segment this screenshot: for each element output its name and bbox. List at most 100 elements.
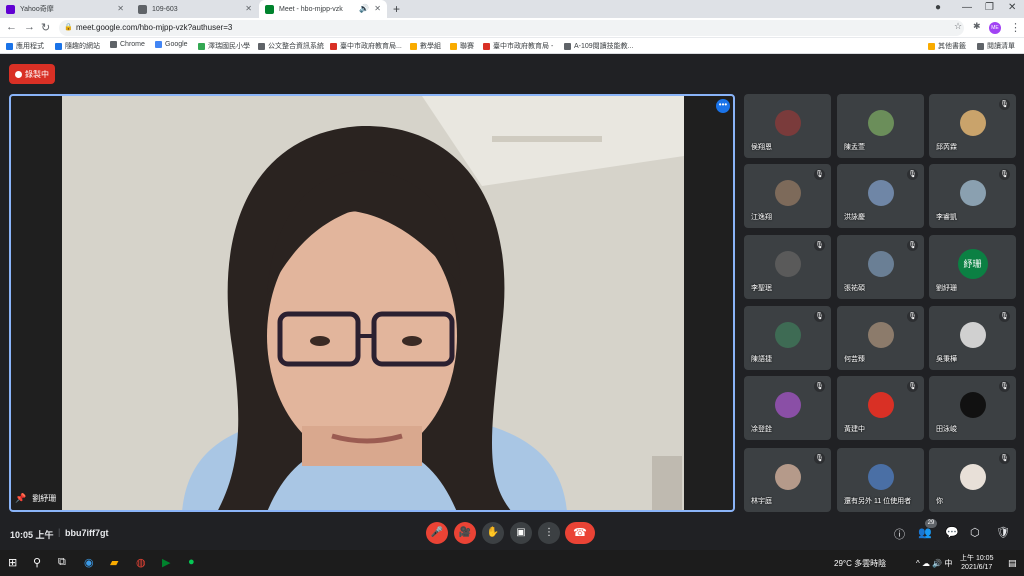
bookmark-item[interactable]: 臺中市政府教育局 - <box>483 41 553 51</box>
new-tab-button[interactable]: + <box>393 2 400 16</box>
yahoo-icon <box>6 4 15 14</box>
menu-icon[interactable]: ⋮ <box>1010 21 1021 34</box>
present-screen-button[interactable]: ▣ <box>510 522 532 544</box>
line-icon[interactable]: ● <box>188 556 195 568</box>
page-icon <box>138 4 147 14</box>
participant-tile[interactable]: 🎙 黃建中 <box>837 376 924 440</box>
bookmark-item[interactable]: 澤瑞國民小學 <box>198 41 250 51</box>
meeting-details-icon[interactable]: ⓘ <box>894 526 905 542</box>
participant-tile[interactable]: 陳孟萱 <box>837 94 924 158</box>
bookmark-item[interactable]: Google <box>155 41 188 48</box>
bookmark-item[interactable]: 應用程式 <box>6 41 44 51</box>
participant-name: 你 <box>936 498 943 505</box>
participant-tile[interactable]: 🎙 李聖珉 <box>744 235 831 299</box>
participant-avatar <box>774 464 801 490</box>
extensions-icon[interactable]: ✱ <box>973 21 981 32</box>
account-circle-icon[interactable]: ● <box>935 2 941 13</box>
participant-tile[interactable]: 🎙 張祐碩 <box>837 235 924 299</box>
participant-tile[interactable]: 🎙 你 <box>929 448 1016 512</box>
more-options-button[interactable]: ⋮ <box>538 522 560 544</box>
participant-tile[interactable]: 還有另外 11 位使用者 <box>837 448 924 512</box>
bookmark-item[interactable]: 公文整合資訊系統 <box>258 41 324 51</box>
browser-tab[interactable]: 109-603 ✕ <box>132 0 258 18</box>
browser-toolbar: ← → ↻ 🔒 meet.google.com/hbo-mjpp-vzk?aut… <box>0 18 1024 38</box>
restore-icon[interactable]: ❐ <box>985 2 994 13</box>
meet-icon <box>265 4 274 14</box>
participant-tile[interactable]: 🎙 陳語捷 <box>744 306 831 370</box>
mic-muted-icon: 🎙 <box>999 99 1010 110</box>
activities-icon[interactable]: ⬡ <box>970 526 980 539</box>
chat-icon[interactable]: 💬 <box>945 526 959 539</box>
main-video-tile[interactable]: ••• 📌 劉紓珊 <box>9 94 735 512</box>
leave-call-button[interactable]: ☎ <box>565 522 595 544</box>
windows-taskbar: ⊞ ⚲ ⧉ ◉ ▰ ◍ ▶ ● 29°C 多雲時陰 ^ ☁ 🔊 中 上午 10:… <box>0 550 1024 576</box>
speaker-video-illustration <box>62 96 684 510</box>
edge-icon[interactable]: ◉ <box>84 556 94 569</box>
participant-tile[interactable]: 🎙 吳秉樺 <box>929 306 1016 370</box>
participant-avatar <box>867 110 894 136</box>
speaker-icon[interactable]: 🔊 <box>359 4 369 13</box>
bookmark-icon <box>483 42 490 50</box>
url-text[interactable]: meet.google.com/hbo-mjpp-vzk?authuser=3 <box>76 23 232 32</box>
participant-avatar <box>959 464 986 490</box>
bookmark-item[interactable]: 數學組 <box>410 41 441 51</box>
close-window-icon[interactable]: ✕ <box>1008 2 1016 13</box>
camera-off-button[interactable]: 🎥 <box>454 522 476 544</box>
forward-icon[interactable]: → <box>24 21 35 33</box>
bookmark-item[interactable]: Chrome <box>110 41 145 48</box>
more-options-icon[interactable]: ••• <box>716 99 730 113</box>
meet-app-icon[interactable]: ▶ <box>162 556 170 569</box>
participant-avatar <box>774 322 801 348</box>
reload-icon[interactable]: ↻ <box>41 21 50 34</box>
system-tray-icons[interactable]: ^ ☁ 🔊 中 <box>916 558 952 569</box>
participant-name: 林宇庭 <box>751 498 772 505</box>
participant-tile[interactable]: 🎙 田泳峻 <box>929 376 1016 440</box>
mic-muted-icon: 🎙 <box>814 311 825 322</box>
address-bar[interactable]: 🔒 meet.google.com/hbo-mjpp-vzk?authuser=… <box>59 20 964 36</box>
bookmark-item[interactable]: 臺中市政府教育局... <box>330 41 402 51</box>
weather-widget[interactable]: 29°C 多雲時陰 <box>834 558 886 569</box>
host-controls-icon[interactable]: 🛡 <box>996 526 1010 539</box>
bookmark-item[interactable]: A-109閱讀技能教... <box>564 41 634 51</box>
search-icon[interactable]: ⚲ <box>33 556 41 569</box>
participant-tile[interactable]: 🎙 邱芮霖 <box>929 94 1016 158</box>
browser-tab[interactable]: Yahoo奇摩 ✕ <box>0 0 130 18</box>
bookmark-icon <box>258 42 265 50</box>
participant-tile[interactable]: 紓珊 劉紓珊 <box>929 235 1016 299</box>
tab-title: 109-603 <box>152 5 178 13</box>
participant-tile[interactable]: 🎙 江逸翔 <box>744 164 831 228</box>
browser-tab-active[interactable]: Meet - hbo-mjpp-vzk 🔊 ✕ <box>259 0 387 18</box>
participant-tile[interactable]: 🎙 何芸臻 <box>837 306 924 370</box>
back-icon[interactable]: ← <box>6 21 17 33</box>
close-icon[interactable]: ✕ <box>374 4 381 13</box>
participant-name: 邱芮霖 <box>936 144 957 151</box>
windows-start-icon[interactable]: ⊞ <box>8 556 17 569</box>
lock-icon: 🔒 <box>64 24 73 31</box>
raise-hand-button[interactable]: ✋ <box>482 522 504 544</box>
participant-tile[interactable]: 🎙 凃登銓 <box>744 376 831 440</box>
mic-muted-icon: 🎙 <box>907 240 918 251</box>
pin-icon[interactable]: 📌 <box>15 493 26 504</box>
participant-tile[interactable]: 🎙 李睿凱 <box>929 164 1016 228</box>
participant-tile[interactable]: 🎙 洪詠慶 <box>837 164 924 228</box>
bookmark-item[interactable]: 閱讀清單 <box>977 41 1015 51</box>
close-icon[interactable]: ✕ <box>245 4 252 13</box>
participant-tile[interactable]: 侯翔恩 <box>744 94 831 158</box>
recording-indicator[interactable]: 錄製中 <box>9 64 55 84</box>
task-view-icon[interactable]: ⧉ <box>58 556 66 569</box>
participant-name: 李睿凱 <box>936 214 957 221</box>
star-icon[interactable]: ☆ <box>954 21 962 32</box>
taskbar-clock[interactable]: 上午 10:05 2021/6/17 <box>960 554 993 572</box>
chrome-icon[interactable]: ◍ <box>136 556 146 569</box>
notifications-icon[interactable]: ▤ <box>1008 558 1017 569</box>
file-explorer-icon[interactable]: ▰ <box>110 556 118 569</box>
participant-name: 陳語捷 <box>751 356 772 363</box>
close-icon[interactable]: ✕ <box>117 4 124 13</box>
mic-off-button[interactable]: 🎤 <box>426 522 448 544</box>
bookmark-item[interactable]: 其他書籤 <box>928 41 966 51</box>
bookmark-item[interactable]: 聯賽 <box>450 41 474 51</box>
participant-tile[interactable]: 🎙 林宇庭 <box>744 448 831 512</box>
bookmark-item[interactable]: 隨趣的網站 <box>55 41 100 51</box>
profile-avatar[interactable]: ME <box>989 22 1001 34</box>
minimize-icon[interactable]: — <box>962 2 972 13</box>
